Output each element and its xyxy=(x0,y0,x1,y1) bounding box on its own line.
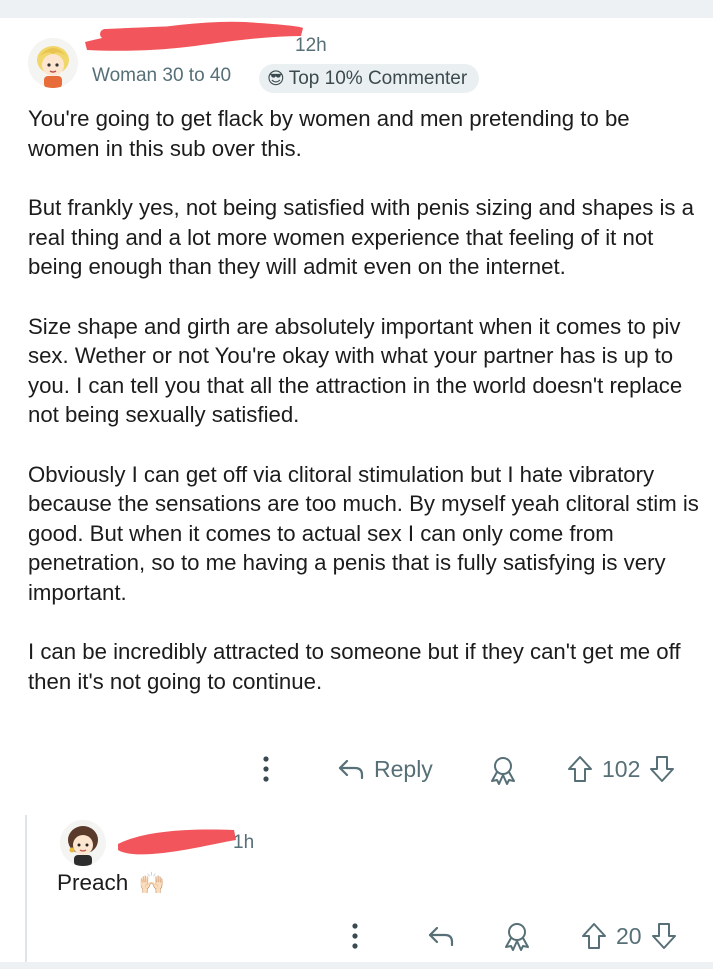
vertical-ellipsis-icon xyxy=(263,756,269,782)
sunglasses-emoji-icon: 😎 xyxy=(267,69,285,88)
reply-body: Preach 🙌🏻 xyxy=(57,870,165,896)
avatar[interactable] xyxy=(28,38,78,88)
more-options-button[interactable] xyxy=(254,754,278,784)
top-commenter-badge: 😎 Top 10% Commenter xyxy=(259,64,480,93)
vote-group: 102 xyxy=(566,754,676,784)
reply-award-button[interactable] xyxy=(501,920,533,952)
upvote-icon[interactable] xyxy=(566,754,594,784)
comment-body: You're going to get flack by women and m… xyxy=(28,104,700,726)
comment-paragraph: You're going to get flack by women and m… xyxy=(28,106,630,161)
reply-more-options-button[interactable] xyxy=(343,921,367,951)
username-redaction xyxy=(85,21,303,51)
upvote-icon[interactable] xyxy=(580,921,608,951)
reply-text: Preach xyxy=(57,870,129,895)
comment-paragraph: But frankly yes, not being satisfied wit… xyxy=(28,195,694,279)
reply-username-redaction xyxy=(118,829,236,855)
raised-hands-emoji-icon: 🙌🏻 xyxy=(138,872,165,895)
vote-count: 102 xyxy=(602,755,641,782)
comment-paragraph: Obviously I can get off via clitoral sti… xyxy=(28,461,699,605)
comment-paragraph: I can be incredibly attracted to someone… xyxy=(28,639,681,694)
reply-reply-button[interactable] xyxy=(426,921,456,951)
reply-button[interactable]: Reply xyxy=(336,754,433,784)
comment-paragraph: Size shape and girth are absolutely impo… xyxy=(28,313,683,428)
downvote-icon[interactable] xyxy=(648,754,676,784)
user-flair: Woman 30 to 40 xyxy=(92,65,232,86)
award-icon xyxy=(491,757,515,785)
reply-avatar[interactable] xyxy=(60,820,106,866)
bottom-separator xyxy=(0,962,713,969)
comment-timestamp: 12h xyxy=(295,35,327,56)
downvote-icon[interactable] xyxy=(650,921,678,951)
reply-arrow-icon xyxy=(338,759,364,780)
thread-line[interactable] xyxy=(25,815,27,969)
reply-arrow-icon xyxy=(428,926,454,947)
reply-vote-group: 20 xyxy=(580,921,678,951)
award-button[interactable] xyxy=(487,754,519,786)
reply-label: Reply xyxy=(374,755,433,782)
badge-label: Top 10% Commenter xyxy=(288,67,468,89)
vertical-ellipsis-icon xyxy=(352,923,358,949)
award-icon xyxy=(505,923,529,951)
reply-vote-count: 20 xyxy=(616,922,642,949)
reply-timestamp: 1h xyxy=(233,832,255,853)
